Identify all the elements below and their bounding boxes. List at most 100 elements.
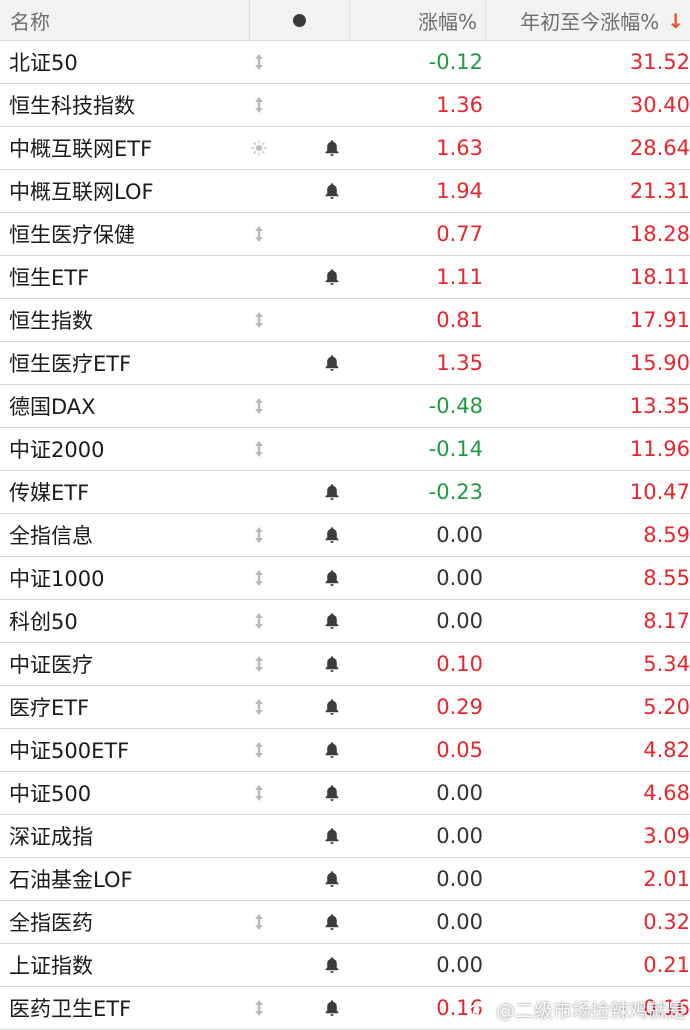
row-name: 全指信息 <box>9 524 93 548</box>
row-change: 1.11 <box>436 265 483 289</box>
row-ytd: 28.64 <box>629 136 690 160</box>
row-ytd: 15.90 <box>629 351 690 375</box>
row-ytd: 11.96 <box>629 437 690 461</box>
updown-icon <box>238 53 280 71</box>
row-name: 深证成指 <box>9 825 93 849</box>
updown-icon <box>238 526 280 544</box>
row-change: 0.10 <box>436 652 483 676</box>
column-header-change[interactable]: 涨幅% <box>350 0 486 41</box>
table-row[interactable]: 中概互联网LOF 1.94 21.31 <box>0 170 690 213</box>
row-change: 1.63 <box>436 136 483 160</box>
row-ytd: 18.11 <box>629 265 690 289</box>
column-header-indicator[interactable] <box>250 0 350 41</box>
row-ytd: 4.68 <box>643 781 690 805</box>
watermark-text: @二级市场捡辣鸡就是 <box>495 1000 686 1022</box>
table-row[interactable]: 恒生医疗保健 0.77 18.28 <box>0 213 690 256</box>
table-row[interactable]: 恒生指数 0.81 17.91 <box>0 299 690 342</box>
row-ytd: 8.55 <box>643 566 690 590</box>
row-change: 0.00 <box>436 824 483 848</box>
table-row[interactable]: 德国DAX -0.48 13.35 <box>0 385 690 428</box>
column-header-ytd[interactable]: 年初至今涨幅% ↓ <box>486 0 690 41</box>
table-row[interactable]: 上证指数 0.00 0.21 <box>0 944 690 987</box>
row-change: 0.29 <box>436 695 483 719</box>
row-change: 0.77 <box>436 222 483 246</box>
table-body: 北证50 -0.12 31.52 恒生科技指数 1.36 30.40 中概互联网ETF 1.6… <box>0 41 690 1030</box>
updown-icon <box>238 311 280 329</box>
table-row[interactable]: 中证500 0.00 4.68 <box>0 772 690 815</box>
table-row[interactable]: 医疗ETF 0.29 5.20 <box>0 686 690 729</box>
updown-icon <box>238 741 280 759</box>
dot-icon <box>293 14 306 27</box>
bell-icon[interactable] <box>297 870 367 888</box>
sun-icon <box>238 140 280 156</box>
row-name: 中证医疗 <box>9 653 93 677</box>
row-change: 0.00 <box>436 609 483 633</box>
row-name: 医疗ETF <box>9 696 90 720</box>
row-ytd: 10.47 <box>629 480 690 504</box>
table-row[interactable]: 中证医疗 0.10 5.34 <box>0 643 690 686</box>
bell-icon[interactable] <box>297 698 367 716</box>
updown-icon <box>238 440 280 458</box>
row-change: 0.00 <box>436 953 483 977</box>
row-name: 中证2000 <box>9 438 105 462</box>
bell-icon[interactable] <box>297 999 367 1017</box>
updown-icon <box>238 913 280 931</box>
row-name: 全指医药 <box>9 911 93 935</box>
row-change: 0.00 <box>436 566 483 590</box>
bell-icon[interactable] <box>297 827 367 845</box>
bell-icon[interactable] <box>297 956 367 974</box>
row-name: 恒生医疗ETF <box>9 352 132 376</box>
row-ytd: 18.28 <box>629 222 690 246</box>
table-row[interactable]: 中概互联网ETF 1.63 28.64 <box>0 127 690 170</box>
table-row[interactable]: 深证成指 0.00 3.09 <box>0 815 690 858</box>
bell-icon[interactable] <box>297 655 367 673</box>
table-row[interactable]: 中证2000 -0.14 11.96 <box>0 428 690 471</box>
updown-icon <box>238 397 280 415</box>
table-row[interactable]: 全指信息 0.00 8.59 <box>0 514 690 557</box>
table-row[interactable]: 科创50 0.00 8.17 <box>0 600 690 643</box>
bell-icon[interactable] <box>297 483 367 501</box>
bell-icon[interactable] <box>297 182 367 200</box>
row-ytd: 8.59 <box>643 523 690 547</box>
table-row[interactable]: 恒生ETF 1.11 18.11 <box>0 256 690 299</box>
row-name: 中证500 <box>9 782 92 806</box>
bell-icon[interactable] <box>297 526 367 544</box>
watermark: @二级市场捡辣鸡就是 <box>466 996 686 1023</box>
table-row[interactable]: 恒生医疗ETF 1.35 15.90 <box>0 342 690 385</box>
row-name: 中概互联网ETF <box>9 137 153 161</box>
row-name: 石油基金LOF <box>9 868 133 892</box>
bell-icon[interactable] <box>297 913 367 931</box>
row-ytd: 5.20 <box>643 695 690 719</box>
row-ytd: 5.34 <box>643 652 690 676</box>
row-change: 1.35 <box>436 351 483 375</box>
row-name: 医药卫生ETF <box>9 997 132 1021</box>
updown-icon <box>238 96 280 114</box>
bell-icon[interactable] <box>297 784 367 802</box>
table-row[interactable]: 北证50 -0.12 31.52 <box>0 41 690 84</box>
bell-icon[interactable] <box>297 139 367 157</box>
column-header-name-label: 名称 <box>10 10 50 34</box>
column-header-name[interactable]: 名称 <box>0 0 250 41</box>
row-change: 0.00 <box>436 910 483 934</box>
bell-icon[interactable] <box>297 612 367 630</box>
row-ytd: 3.09 <box>643 824 690 848</box>
bell-icon[interactable] <box>297 569 367 587</box>
sort-down-arrow-icon[interactable]: ↓ <box>667 9 684 33</box>
row-change: 1.94 <box>436 179 483 203</box>
row-name: 恒生科技指数 <box>9 94 135 118</box>
table-row[interactable]: 恒生科技指数 1.36 30.40 <box>0 84 690 127</box>
bell-icon[interactable] <box>297 741 367 759</box>
table-row[interactable]: 传媒ETF -0.23 10.47 <box>0 471 690 514</box>
column-header-ytd-label: 年初至今涨幅% <box>520 10 660 34</box>
row-ytd: 8.17 <box>643 609 690 633</box>
row-ytd: 2.01 <box>643 867 690 891</box>
row-ytd: 17.91 <box>629 308 690 332</box>
table-row[interactable]: 中证500ETF 0.05 4.82 <box>0 729 690 772</box>
table-row[interactable]: 中证1000 0.00 8.55 <box>0 557 690 600</box>
bell-icon[interactable] <box>297 354 367 372</box>
table-row[interactable]: 全指医药 0.00 0.32 <box>0 901 690 944</box>
row-change: 0.05 <box>436 738 483 762</box>
updown-icon <box>238 569 280 587</box>
bell-icon[interactable] <box>297 268 367 286</box>
table-row[interactable]: 石油基金LOF 0.00 2.01 <box>0 858 690 901</box>
